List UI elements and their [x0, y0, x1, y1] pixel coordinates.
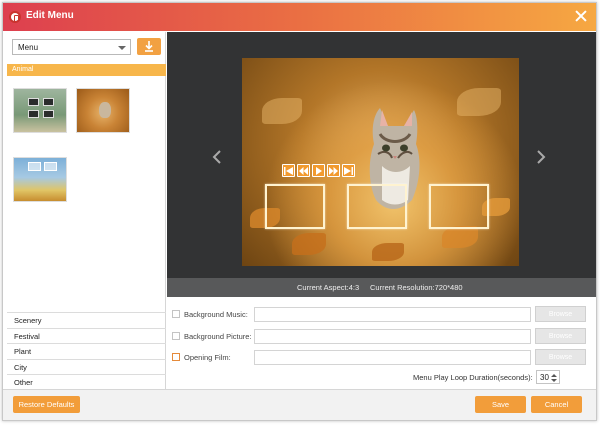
loop-duration-value: 30	[540, 373, 549, 382]
category-item[interactable]: Other	[7, 374, 166, 390]
loop-duration-stepper[interactable]: 30	[536, 370, 560, 384]
restore-defaults-button[interactable]: Restore Defaults	[13, 396, 80, 413]
cancel-button[interactable]: Cancel	[531, 396, 582, 413]
skip-back-icon[interactable]	[282, 164, 295, 177]
opening-film-input[interactable]	[254, 350, 531, 365]
save-button[interactable]: Save	[475, 396, 526, 413]
menu-type-value: Menu	[18, 43, 39, 52]
menu-preview	[167, 32, 596, 278]
chevron-left-icon[interactable]	[212, 150, 222, 164]
category-item[interactable]: Festival	[7, 327, 166, 344]
background-music-checkbox[interactable]	[172, 310, 180, 318]
preview-info-bar: Current Aspect:4:3 Current Resolution:72…	[167, 278, 596, 297]
preview-image	[242, 58, 519, 266]
background-picture-input[interactable]	[254, 329, 531, 344]
window-title: Edit Menu	[26, 10, 74, 21]
background-music-browse-button[interactable]: Browse	[535, 306, 586, 322]
category-item[interactable]: Scenery	[7, 312, 166, 328]
chevron-right-icon[interactable]	[536, 150, 546, 164]
stepper-arrows-icon[interactable]	[551, 373, 557, 383]
category-animal[interactable]: Animal	[7, 64, 166, 76]
opening-film-label: Opening Film:	[184, 353, 231, 362]
background-picture-browse-button[interactable]: Browse	[535, 328, 586, 344]
play-icon[interactable]	[312, 164, 325, 177]
category-item[interactable]: City	[7, 358, 166, 375]
download-icon	[145, 41, 153, 52]
loop-duration-label: Menu Play Loop Duration(seconds):	[413, 373, 533, 382]
current-aspect: Current Aspect:4:3	[297, 283, 360, 292]
close-icon[interactable]	[574, 9, 588, 23]
skip-forward-icon[interactable]	[342, 164, 355, 177]
rewind-icon[interactable]	[297, 164, 310, 177]
fast-forward-icon[interactable]	[327, 164, 340, 177]
category-item[interactable]: Plant	[7, 343, 166, 359]
template-thumbnail[interactable]	[13, 88, 67, 133]
template-panel: Menu Animal Scenery Festival Plant City …	[7, 32, 166, 389]
background-picture-label: Background Picture:	[184, 332, 252, 341]
title-bar: Edit Menu	[3, 3, 596, 31]
opening-film-checkbox[interactable]	[172, 353, 180, 361]
opening-film-browse-button[interactable]: Browse	[535, 349, 586, 365]
edit-menu-window: Edit Menu Menu Animal Scenery Festival P…	[2, 2, 597, 421]
template-thumbnail[interactable]	[13, 157, 67, 202]
current-resolution: Current Resolution:720*480	[370, 283, 463, 292]
background-picture-checkbox[interactable]	[172, 332, 180, 340]
chapter-frame[interactable]	[347, 184, 407, 229]
chapter-frame[interactable]	[265, 184, 325, 229]
background-music-input[interactable]	[254, 307, 531, 322]
app-logo-icon	[9, 11, 21, 23]
background-music-label: Background Music:	[184, 310, 248, 319]
menu-type-select[interactable]: Menu	[12, 39, 131, 55]
download-button[interactable]	[137, 38, 161, 55]
chapter-frame[interactable]	[429, 184, 489, 229]
footer-bar: Restore Defaults Save Cancel	[3, 389, 596, 420]
template-thumbnail-selected[interactable]	[76, 88, 130, 133]
chevron-down-icon	[118, 46, 126, 50]
category-list: Scenery Festival Plant City Other	[7, 312, 166, 390]
